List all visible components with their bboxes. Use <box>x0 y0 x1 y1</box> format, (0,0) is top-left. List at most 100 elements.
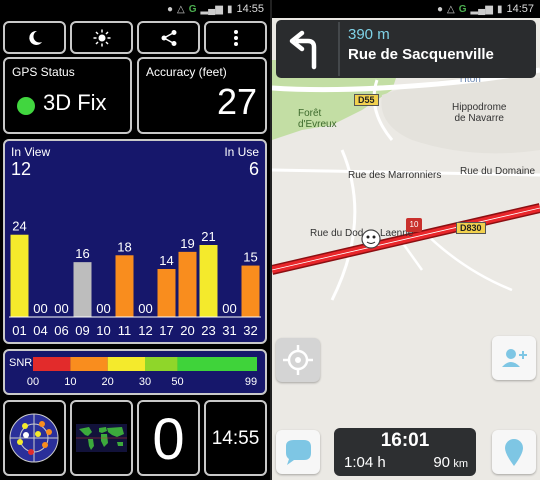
satellite-prn-11: 11 <box>118 323 132 338</box>
snr-tick-20: 20 <box>102 376 114 388</box>
fix-indicator-dot <box>17 97 35 115</box>
eta-distance-unit: km <box>453 458 468 470</box>
clock-tile: 14:55 <box>204 400 267 476</box>
satellite-bar-32 <box>241 265 260 317</box>
share-icon <box>161 29 176 46</box>
satellite-bar-23 <box>199 245 218 317</box>
location-pin-icon <box>505 439 523 466</box>
gps-status-tile: GPS Status 3D Fix <box>3 57 132 134</box>
satellite-value-09: 16 <box>75 246 89 261</box>
world-map-icon <box>76 424 127 452</box>
snr-tick-30: 30 <box>139 376 151 388</box>
road-badge-d830: D830 <box>456 222 486 234</box>
turn-distance: 390 m <box>348 26 390 43</box>
snr-segment-1 <box>70 357 108 371</box>
accuracy-label: Accuracy (feet) <box>146 65 227 79</box>
eta-duration: 1:04 h <box>344 454 386 471</box>
network-type: G <box>458 3 467 15</box>
location-pin-button[interactable] <box>492 430 536 474</box>
status-time: 14:57 <box>506 3 534 15</box>
satellite-count-tile: 0 <box>137 400 200 476</box>
world-map-button[interactable] <box>70 400 133 476</box>
screenshot-root: ● △ G ▂▄▆ ▮ 14:55 GPS Status 3D Fix Accu <box>0 0 540 480</box>
satellite-value-20: 19 <box>180 236 194 251</box>
moon-icon <box>28 30 42 45</box>
satellite-prn-32: 32 <box>243 323 257 338</box>
location-icon: ● <box>166 3 173 15</box>
map-label-domaine: Rue du Domaine <box>460 166 536 177</box>
turn-street: Rue de Sacquenville <box>348 46 494 63</box>
chat-button[interactable] <box>276 430 320 474</box>
satellite-bar-11 <box>115 255 134 317</box>
accuracy-value: 27 <box>216 81 257 122</box>
snr-tick-50: 50 <box>171 376 183 388</box>
snr-tick-00: 00 <box>27 376 39 388</box>
gps-fix-value: 3D Fix <box>43 90 107 115</box>
snr-scale: 00 10 20 30 50 99 <box>27 357 257 388</box>
map-label-foret: Forêt d'Evreux <box>298 108 337 130</box>
satellite-value-11: 18 <box>117 239 131 254</box>
add-friend-button[interactable] <box>492 336 536 380</box>
overflow-menu-icon <box>233 29 238 46</box>
satellite-bar-09 <box>73 262 92 317</box>
crosshair-locate-icon <box>283 345 313 375</box>
signal-icon: ▂▄▆ <box>200 3 223 15</box>
satellite-bar-01 <box>10 234 29 317</box>
night-mode-button[interactable] <box>3 21 66 54</box>
gps-status-app: ● △ G ▂▄▆ ▮ 14:55 GPS Status 3D Fix Accu <box>0 0 270 480</box>
location-icon: ● <box>436 3 443 15</box>
share-button[interactable] <box>137 21 200 54</box>
chat-bubble-icon <box>286 440 311 465</box>
satellite-prn-17: 17 <box>159 323 173 338</box>
satellite-value-32: 15 <box>243 250 257 265</box>
satellite-value-23: 21 <box>201 229 215 244</box>
satellite-prn-06: 06 <box>54 323 68 338</box>
satellite-value-12: 00 <box>138 301 152 316</box>
add-user-icon <box>502 349 527 367</box>
battery-icon: ▮ <box>496 3 503 15</box>
eta-panel[interactable]: 16:01 1:04 h 90 km <box>334 428 476 476</box>
map-label-marronniers: Rue des Marronniers <box>348 170 442 181</box>
satellite-prn-23: 23 <box>201 323 215 338</box>
satellite-prn-31: 31 <box>222 323 236 338</box>
overflow-menu-button[interactable] <box>204 21 267 54</box>
car-position-icon <box>361 229 381 249</box>
eta-distance: 90 <box>433 454 450 471</box>
satellite-value-31: 00 <box>222 301 236 316</box>
turn-left-arrow-icon <box>289 30 317 70</box>
sky-radar-icon <box>9 413 59 463</box>
road-badge-d55: D55 <box>354 94 379 106</box>
turn-instruction-banner[interactable]: 390 m Rue de Sacquenville <box>276 20 536 78</box>
wifi-icon: △ <box>447 3 455 15</box>
day-mode-button[interactable] <box>70 21 133 54</box>
satellite-prn-12: 12 <box>138 323 152 338</box>
map-label-dod: Rue du Dod <box>310 228 364 239</box>
signal-icon: ▂▄▆ <box>470 3 493 15</box>
status-bar: ● △ G ▂▄▆ ▮ 14:57 <box>272 0 540 18</box>
satellite-value-06: 00 <box>54 301 68 316</box>
satellite-signal-chart: In View 12 In Use 6 24 01 00 04 00 06 16 09 00 10… <box>3 139 267 344</box>
satellite-prn-20: 20 <box>180 323 194 338</box>
map-label-hippodrome: Hippodrome de Navarre <box>452 102 507 124</box>
satellite-bar-17 <box>157 269 176 317</box>
satellite-prn-04: 04 <box>33 323 47 338</box>
banner-divider <box>338 22 340 76</box>
speed-camera-sign: 10 <box>406 218 422 232</box>
status-time: 14:55 <box>236 3 264 15</box>
eta-time: 16:01 <box>380 430 430 451</box>
snr-legend: SNR 00 10 20 30 50 99 <box>3 349 267 395</box>
snr-segment-2 <box>107 357 145 371</box>
sun-icon <box>93 29 110 46</box>
clock-value: 14:55 <box>211 428 260 449</box>
satellite-prn-01: 01 <box>12 323 26 338</box>
satellite-value-17: 14 <box>159 253 173 268</box>
recenter-button[interactable] <box>276 338 320 382</box>
battery-icon: ▮ <box>226 3 233 15</box>
satellite-prn-09: 09 <box>75 323 89 338</box>
sky-radar-button[interactable] <box>3 400 66 476</box>
gps-status-label: GPS Status <box>12 65 75 79</box>
satellite-count: 0 <box>152 407 185 472</box>
satellite-value-10: 00 <box>96 301 110 316</box>
wifi-icon: △ <box>177 3 185 15</box>
satellite-bar-20 <box>178 251 197 317</box>
